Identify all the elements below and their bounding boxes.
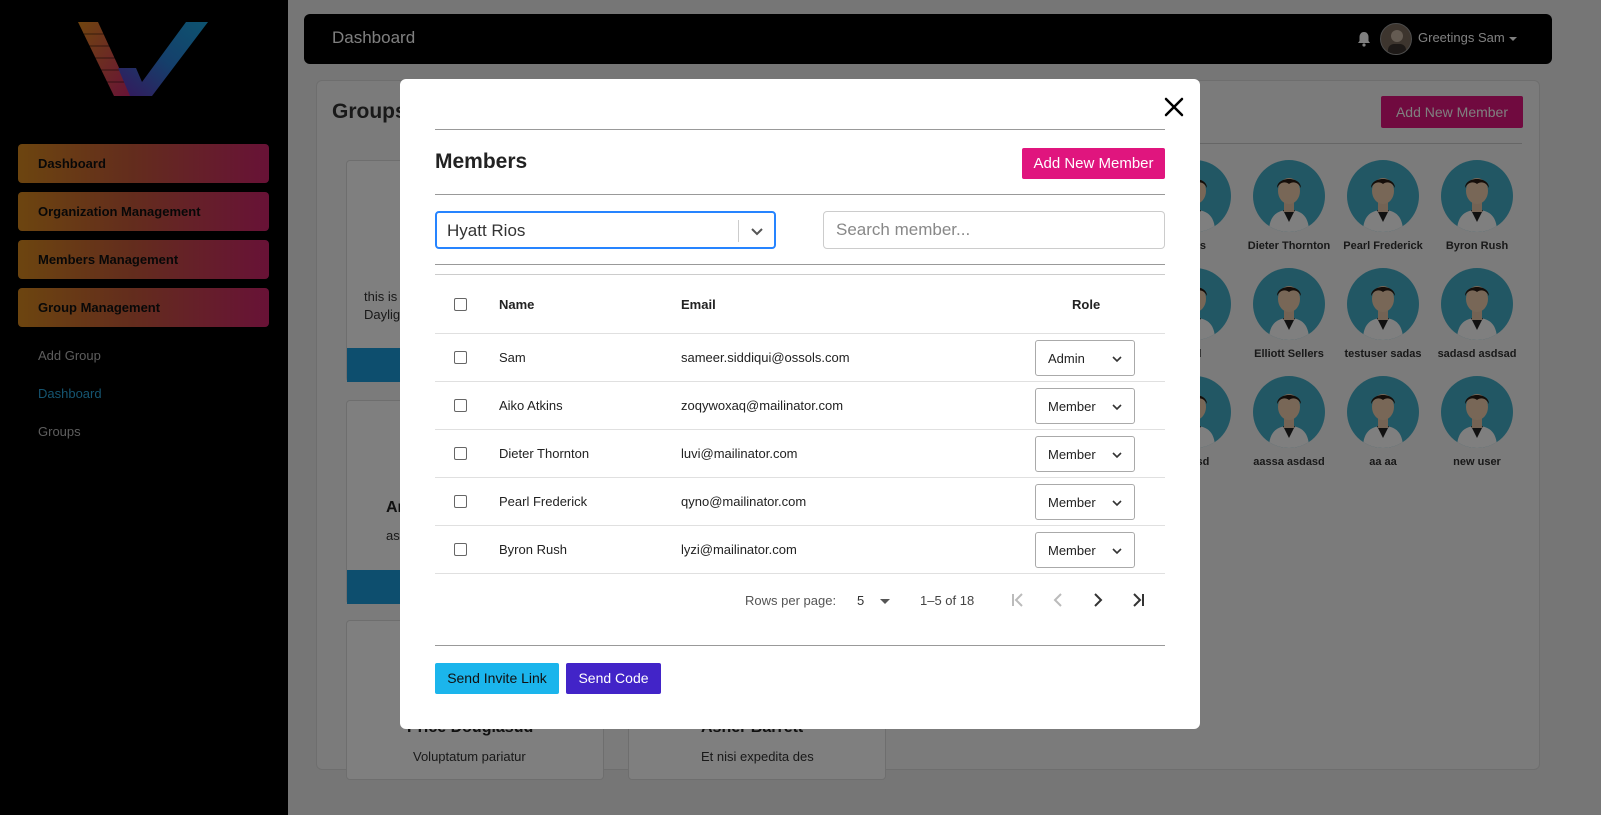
member-name: Pearl Frederick — [499, 494, 588, 509]
role-value: Member — [1048, 495, 1096, 510]
send-invite-link-button[interactable]: Send Invite Link — [435, 663, 559, 694]
member-email: qyno@mailinator.com — [681, 494, 807, 509]
column-header-name[interactable]: Name — [499, 297, 534, 312]
row-checkbox[interactable] — [454, 447, 467, 460]
chevron-down-icon — [1112, 500, 1122, 507]
table-row[interactable]: Aiko Atkins zoqywoxaq@mailinator.com Membe… — [435, 382, 1165, 430]
select-separator — [738, 220, 739, 242]
modal-title: Members — [435, 150, 528, 173]
row-checkbox[interactable] — [454, 543, 467, 556]
role-value: Admin — [1048, 351, 1085, 366]
add-new-member-button[interactable]: Add New Member — [1022, 148, 1165, 179]
member-name: Aiko Atkins — [499, 398, 563, 413]
role-value: Member — [1048, 543, 1096, 558]
rows-per-page-select[interactable]: 5 — [857, 593, 864, 608]
row-checkbox[interactable] — [454, 399, 467, 412]
member-email: sameer.siddiqui@ossols.com — [681, 350, 850, 365]
members-modal: Members Add New Member Hyatt Rios Name E… — [400, 79, 1200, 729]
row-checkbox[interactable] — [454, 495, 467, 508]
table-row[interactable]: Pearl Frederick qyno@mailinator.com Member — [435, 478, 1165, 526]
group-select-value: Hyatt Rios — [447, 221, 526, 240]
rows-per-page-label: Rows per page: — [745, 593, 837, 608]
send-code-button[interactable]: Send Code — [566, 663, 661, 694]
member-email: luvi@mailinator.com — [681, 446, 798, 461]
column-header-email[interactable]: Email — [681, 297, 716, 312]
role-select[interactable]: Member — [1035, 484, 1135, 520]
role-value: Member — [1048, 447, 1096, 462]
close-icon[interactable] — [1162, 95, 1186, 119]
member-name: Byron Rush — [499, 542, 567, 557]
table-row[interactable]: Dieter Thornton luvi@mailinator.com Member — [435, 430, 1165, 478]
role-select[interactable]: Member — [1035, 532, 1135, 568]
member-email: lyzi@mailinator.com — [681, 542, 797, 557]
chevron-down-icon — [1112, 452, 1122, 459]
select-all-checkbox[interactable] — [454, 298, 467, 311]
group-select[interactable]: Hyatt Rios — [435, 211, 776, 249]
caret-down-icon[interactable] — [880, 599, 890, 604]
role-select[interactable]: Member — [1035, 436, 1135, 472]
divider — [435, 264, 1165, 265]
divider — [435, 129, 1165, 130]
table-header: Name Email Role — [435, 274, 1165, 334]
role-select[interactable]: Admin — [1035, 340, 1135, 376]
next-page-icon[interactable] — [1086, 588, 1110, 612]
row-checkbox[interactable] — [454, 351, 467, 364]
divider — [435, 194, 1165, 195]
table-row[interactable]: Byron Rush lyzi@mailinator.com Member — [435, 526, 1165, 574]
first-page-icon[interactable] — [1006, 588, 1030, 612]
role-value: Member — [1048, 399, 1096, 414]
member-email: zoqywoxaq@mailinator.com — [681, 398, 844, 413]
divider — [435, 645, 1165, 646]
column-header-role[interactable]: Role — [1072, 297, 1100, 312]
pagination-range: 1–5 of 18 — [920, 593, 975, 608]
chevron-down-icon — [1112, 548, 1122, 555]
table-row[interactable]: Sam sameer.siddiqui@ossols.com Admin — [435, 334, 1165, 382]
chevron-down-icon — [1112, 356, 1122, 363]
member-name: Dieter Thornton — [499, 446, 590, 461]
member-name: Sam — [499, 350, 526, 365]
role-select[interactable]: Member — [1035, 388, 1135, 424]
chevron-down-icon[interactable] — [748, 222, 766, 240]
search-member-input[interactable] — [823, 211, 1165, 249]
chevron-down-icon — [1112, 404, 1122, 411]
last-page-icon[interactable] — [1126, 588, 1150, 612]
previous-page-icon[interactable] — [1046, 588, 1070, 612]
